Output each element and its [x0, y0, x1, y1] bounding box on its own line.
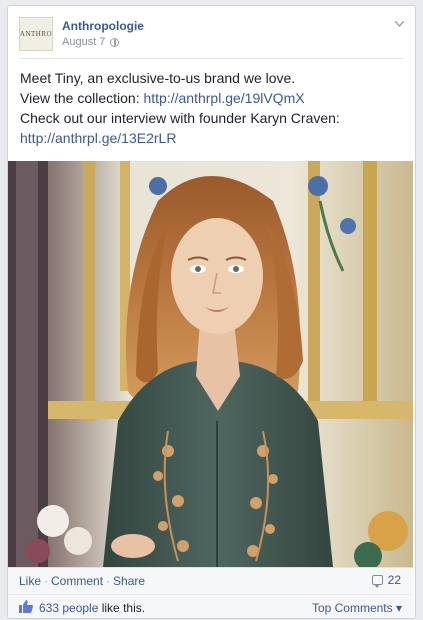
post-photo-illustration: [8, 161, 413, 567]
message-line: http://anthrpl.ge/13E2rLR: [20, 128, 405, 148]
thumbs-up-icon: [19, 600, 33, 613]
message-line: Check out our interview with founder Kar…: [20, 110, 340, 126]
likes-bar: 633 people like this. Top Comments ▾: [8, 594, 413, 618]
like-link[interactable]: Like: [19, 574, 41, 588]
globe-icon: [110, 37, 120, 47]
message-line: Meet Tiny, an exclusive-to-us brand we l…: [20, 70, 296, 86]
separator: ·: [44, 574, 49, 588]
comment-count: 22: [387, 573, 401, 587]
post-header: ANTHRO Anthropologie August 7: [19, 17, 405, 59]
post-date[interactable]: August 7: [62, 36, 105, 48]
avatar-logo-text: ANTHRO: [19, 30, 53, 38]
collection-link[interactable]: http://anthrpl.ge/19lVQmX: [143, 90, 304, 106]
top-comments-dropdown[interactable]: Top Comments ▾: [312, 601, 402, 615]
chevron-down-icon[interactable]: [394, 20, 405, 29]
separator: ·: [106, 574, 111, 588]
action-links: Like · Comment · Share: [19, 574, 145, 588]
likes-count-link[interactable]: 633 people: [39, 601, 98, 615]
post-photo[interactable]: [8, 161, 413, 567]
message-text: View the collection:: [20, 90, 144, 106]
post-actions-bar: Like · Comment · Share 22: [8, 567, 413, 595]
header-divider: [19, 58, 404, 59]
post-card: ANTHRO Anthropologie August 7 Meet Tiny,…: [7, 5, 416, 619]
comment-icon: [371, 575, 383, 588]
interview-link[interactable]: http://anthrpl.ge/13E2rLR: [20, 130, 176, 146]
page-name-link[interactable]: Anthropologie: [62, 19, 144, 33]
likes-summary: 633 people like this.: [39, 601, 145, 615]
post-meta: August 7: [62, 36, 120, 48]
message-line: View the collection: http://anthrpl.ge/1…: [20, 88, 405, 108]
post-message: Meet Tiny, an exclusive-to-us brand we l…: [20, 68, 405, 148]
share-link[interactable]: Share: [113, 574, 145, 588]
comment-link[interactable]: Comment: [51, 574, 103, 588]
comment-count-button[interactable]: 22: [371, 573, 401, 588]
likes-suffix: like this.: [98, 601, 146, 615]
page-avatar[interactable]: ANTHRO: [19, 17, 53, 51]
